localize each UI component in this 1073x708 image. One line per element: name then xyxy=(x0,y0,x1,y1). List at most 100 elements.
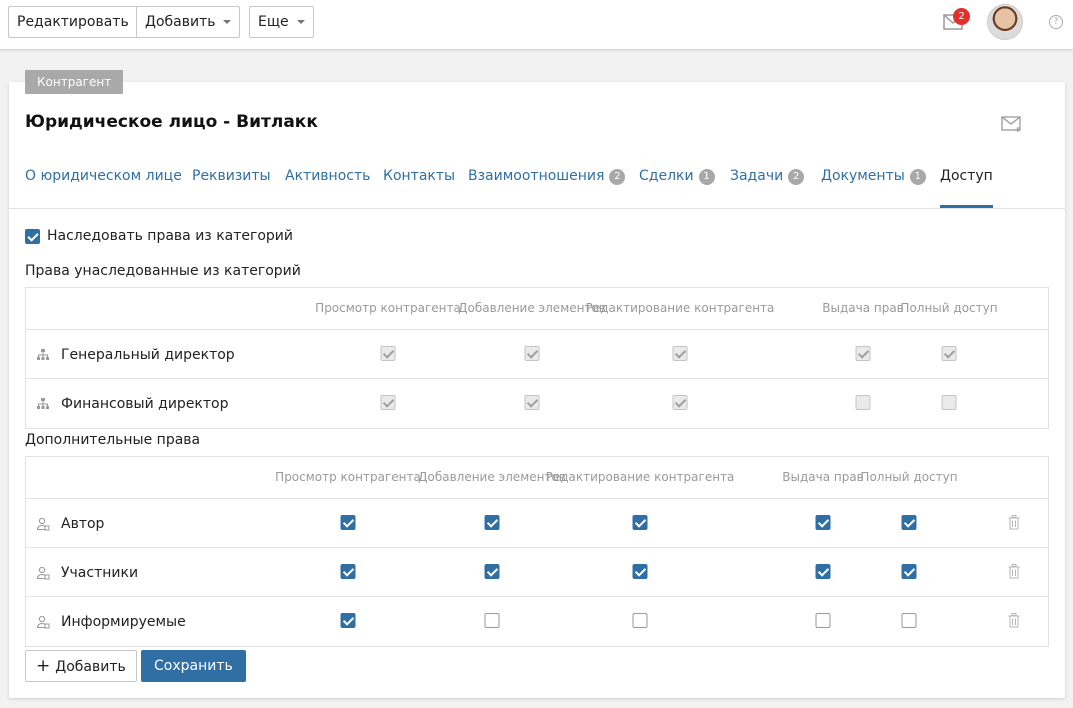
permission-checkbox xyxy=(524,395,540,410)
permission-checkbox[interactable] xyxy=(484,515,500,530)
permission-checkbox xyxy=(380,395,396,410)
tab-tasks[interactable]: Задачи 2 xyxy=(730,168,805,208)
edit-button[interactable]: Редактировать xyxy=(8,6,138,38)
permission-checkbox[interactable] xyxy=(815,613,831,628)
avatar[interactable] xyxy=(987,4,1023,40)
column-header: Добавление элементов xyxy=(458,301,606,315)
add-dropdown-label: Добавить xyxy=(145,14,216,30)
table-header: Просмотр контрагента Добавление элементов… xyxy=(26,288,1048,330)
tab-documents[interactable]: Документы 1 xyxy=(821,168,926,208)
tab-count-badge: 1 xyxy=(698,169,715,185)
tab-label: О юридическом лице xyxy=(25,168,182,184)
permission-checkbox[interactable] xyxy=(632,613,648,628)
permission-checkbox[interactable] xyxy=(632,564,648,579)
column-header: Просмотр контрагента xyxy=(315,301,461,315)
column-header: Просмотр контрагента xyxy=(275,470,421,484)
add-permission-label: Добавить xyxy=(55,659,126,675)
add-dropdown-button[interactable]: Добавить xyxy=(136,6,241,38)
chevron-down-icon xyxy=(223,20,232,24)
help-icon[interactable]: ? xyxy=(1049,15,1063,29)
org-structure-icon xyxy=(37,348,49,360)
tab-label: Доступ xyxy=(940,168,993,184)
permission-checkbox[interactable] xyxy=(632,515,648,530)
notification-badge: 2 xyxy=(953,8,970,25)
permission-checkbox[interactable] xyxy=(484,613,500,628)
tab-contacts[interactable]: Контакты xyxy=(383,168,455,208)
row-name: Автор xyxy=(36,499,104,548)
tab-label: Задачи xyxy=(730,168,784,184)
column-header: Редактирование контрагента xyxy=(545,470,735,484)
table-row: Финансовый директор xyxy=(26,379,1048,428)
tab-label: Активность xyxy=(285,168,371,184)
entity-type-tag: Контрагент xyxy=(25,70,124,94)
more-dropdown-label: Еще xyxy=(258,14,289,30)
tab-deals[interactable]: Сделки 1 xyxy=(639,168,715,208)
tab-count-badge: 2 xyxy=(609,169,626,185)
tab-requisites[interactable]: Реквизиты xyxy=(192,168,271,208)
table-row: Автор xyxy=(26,499,1048,548)
table-row: Информируемые xyxy=(26,597,1048,646)
tab-label: Реквизиты xyxy=(192,168,271,184)
counterparty-card: Юридическое лицо - Витлакк О юридическом… xyxy=(9,82,1065,698)
table-row: Участники xyxy=(26,548,1048,597)
row-name: Генеральный директор xyxy=(36,330,235,379)
additional-permissions-title: Дополнительные права xyxy=(25,432,201,448)
permission-checkbox xyxy=(855,346,871,361)
inherit-permissions-label: Наследовать права из категорий xyxy=(47,228,293,244)
permission-checkbox[interactable] xyxy=(901,613,917,628)
tab-label: Взаимоотношения xyxy=(468,168,605,184)
page-title: Юридическое лицо - Витлакк xyxy=(25,112,318,132)
permission-checkbox xyxy=(941,346,957,361)
permission-checkbox[interactable] xyxy=(340,564,356,579)
save-button[interactable]: Сохранить xyxy=(141,650,246,682)
trash-icon[interactable] xyxy=(1008,564,1020,579)
tab-label: Контакты xyxy=(383,168,456,184)
tab-count-badge: 1 xyxy=(909,169,926,185)
user-icon xyxy=(36,517,50,530)
row-name-label: Автор xyxy=(61,515,105,532)
permission-checkbox[interactable] xyxy=(484,564,500,579)
permission-checkbox[interactable] xyxy=(901,515,917,530)
column-header: Редактирование контрагента xyxy=(585,301,775,315)
permission-checkbox xyxy=(672,346,688,361)
top-toolbar: Редактировать Добавить Еще 2 ? xyxy=(0,0,1073,50)
column-header: Полный доступ xyxy=(900,301,998,315)
inherit-permissions-checkbox[interactable] xyxy=(25,228,40,244)
row-name: Информируемые xyxy=(36,597,186,646)
send-mail-icon[interactable] xyxy=(1001,116,1023,132)
row-name-label: Информируемые xyxy=(61,613,186,630)
permission-checkbox xyxy=(941,395,957,410)
inherit-permissions-row: Наследовать права из категорий xyxy=(25,228,293,244)
user-icon xyxy=(36,566,50,579)
permission-checkbox[interactable] xyxy=(901,564,917,579)
trash-icon[interactable] xyxy=(1008,613,1020,628)
row-name-label: Генеральный директор xyxy=(61,346,235,363)
table-row: Генеральный директор xyxy=(26,330,1048,379)
tab-activity[interactable]: Активность xyxy=(285,168,370,208)
permission-checkbox xyxy=(380,346,396,361)
column-header: Выдача прав xyxy=(782,470,864,484)
row-name-label: Финансовый директор xyxy=(61,395,229,412)
permission-checkbox xyxy=(672,395,688,410)
permission-checkbox[interactable] xyxy=(340,613,356,628)
permission-checkbox[interactable] xyxy=(815,564,831,579)
permission-checkbox xyxy=(855,395,871,410)
additional-permissions-table: Просмотр контрагента Добавление элементов… xyxy=(25,456,1049,647)
more-dropdown-button[interactable]: Еще xyxy=(249,6,314,38)
user-icon xyxy=(36,615,50,628)
permission-checkbox xyxy=(524,346,540,361)
column-header: Добавление элементов xyxy=(418,470,566,484)
tab-legal-entity[interactable]: О юридическом лице xyxy=(25,168,182,208)
trash-icon[interactable] xyxy=(1008,515,1020,530)
table-header: Просмотр контрагента Добавление элементов… xyxy=(26,457,1048,499)
tab-count-badge: 2 xyxy=(788,169,805,185)
plus-icon: + xyxy=(36,656,51,676)
permission-checkbox[interactable] xyxy=(815,515,831,530)
chevron-down-icon xyxy=(296,20,305,24)
permission-checkbox[interactable] xyxy=(340,515,356,530)
tab-access[interactable]: Доступ xyxy=(940,168,993,208)
column-header: Выдача прав xyxy=(822,301,904,315)
tab-relationships[interactable]: Взаимоотношения 2 xyxy=(468,168,626,208)
row-name-label: Участники xyxy=(61,564,139,581)
add-permission-button[interactable]: + Добавить xyxy=(25,650,137,682)
